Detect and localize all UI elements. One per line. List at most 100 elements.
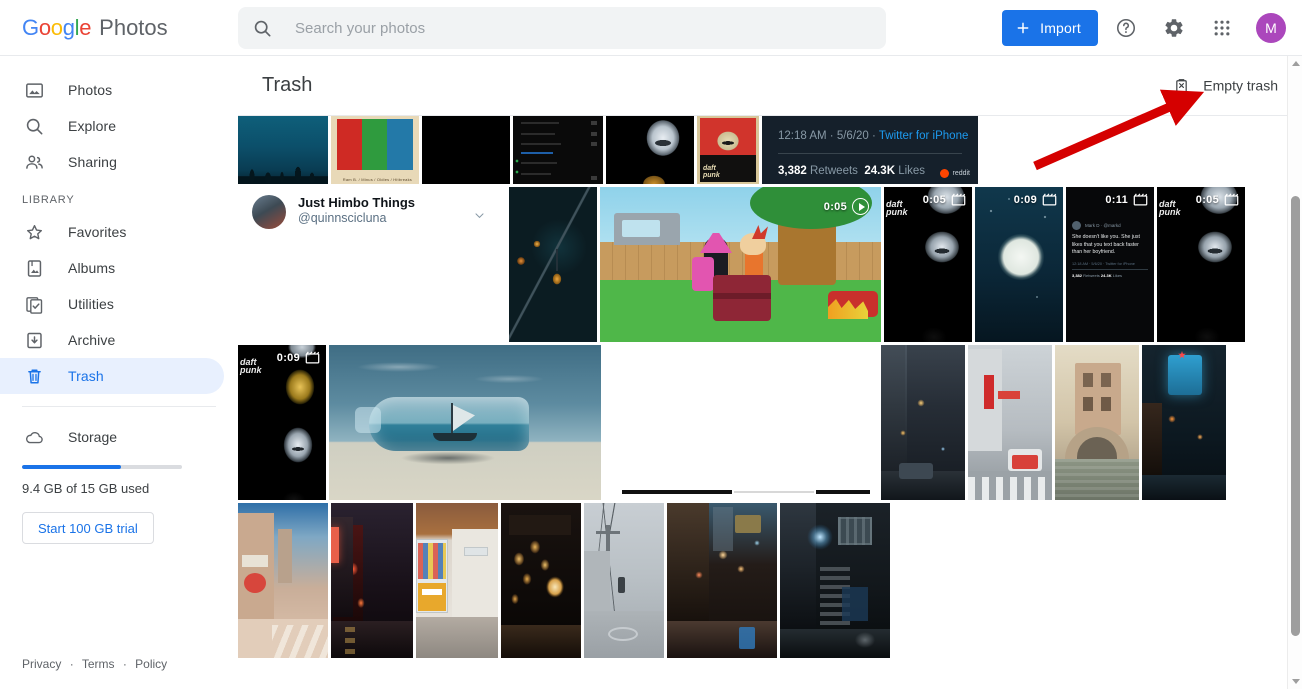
product-name: Photos [99, 14, 168, 40]
document-line [734, 491, 814, 493]
sidebar-item-label: Favorites [68, 224, 127, 240]
tile-tweet-author-header[interactable]: Just Himbo Things @quinnscicluna [238, 187, 506, 342]
tile-japan-street-day[interactable] [968, 345, 1052, 500]
gear-icon [1165, 19, 1183, 37]
google-photos-app: Google Photos Import [0, 0, 1302, 689]
tile-venice-canal-paint[interactable] [1055, 345, 1139, 500]
empty-trash-label: Empty trash [1203, 77, 1278, 94]
storage-progress-track [22, 465, 182, 469]
sidebar-item-label: Utilities [68, 296, 115, 312]
tile-rgb-album-cover[interactable]: Ram B. / Minus / Oldies / Hitbreaks [331, 116, 419, 184]
tweet-divider [778, 153, 962, 154]
video-duration-badge: 0:05 [923, 193, 966, 206]
document-line [622, 490, 732, 494]
sidebar-item-trash[interactable]: Trash [0, 358, 224, 394]
grid-row: daft punk 0:09 [238, 345, 1226, 500]
footer-sep: · [69, 657, 74, 671]
sidebar-item-sharing[interactable]: Sharing [0, 144, 224, 180]
sidebar-item-label: Photos [68, 82, 113, 98]
tile-alley-wet-night[interactable] [667, 503, 777, 658]
settings-button[interactable] [1154, 8, 1194, 48]
caret-up-icon [1291, 61, 1300, 66]
tile-dark-settings-list[interactable] [513, 116, 603, 184]
tile-alley-blue-light[interactable] [780, 503, 890, 658]
video-duration-badge: 0:11 [1105, 193, 1148, 206]
tile-lanterns-dark[interactable] [501, 503, 581, 658]
scroll-up-button[interactable] [1288, 56, 1302, 71]
movie-icon [1133, 193, 1148, 206]
tile-cyberpunk-alley[interactable] [881, 345, 965, 500]
sidebar-item-favorites[interactable]: Favorites [0, 214, 224, 250]
tile-daft-punk-video-1[interactable]: daft punk 0:05 [884, 187, 972, 342]
brand-logo-area[interactable]: Google Photos [0, 0, 238, 56]
page-title: Trash [262, 74, 313, 96]
help-button[interactable] [1106, 8, 1146, 48]
tile-street-wires-day[interactable] [584, 503, 664, 658]
avatar[interactable]: M [1256, 13, 1286, 43]
tile-daft-punk-video-2[interactable]: daft punk 0:05 [1157, 187, 1245, 342]
video-duration-badge: 0:09 [277, 351, 320, 364]
storage-usage-text: 9.4 GB of 15 GB used [22, 481, 150, 496]
page-header: Trash Empty trash [238, 56, 1302, 116]
policy-link[interactable]: Policy [135, 657, 167, 671]
avatar [252, 195, 286, 229]
privacy-link[interactable]: Privacy [22, 657, 61, 671]
scrollbar-thumb[interactable] [1291, 196, 1300, 636]
empty-trash-button[interactable]: Empty trash [1163, 69, 1288, 102]
chevron-down-icon[interactable] [473, 209, 486, 227]
reddit-icon [940, 169, 950, 178]
tile-moon-night[interactable]: 0:09 [975, 187, 1063, 342]
tile-ship-in-bottle[interactable] [329, 345, 601, 500]
tile-blue-trees-art[interactable] [238, 116, 328, 184]
caret-down-icon [1291, 679, 1300, 684]
like-label: Likes [898, 165, 926, 177]
tile-street-neon-red[interactable] [331, 503, 413, 658]
tile-daft-punk-video-3[interactable]: daft punk 0:09 [238, 345, 326, 500]
tile-tweet-stats-card[interactable]: 12:18 AM · 5/6/20 · Twitter for iPhone 3… [762, 116, 978, 184]
tile-daft-punk-poster[interactable]: daft punk [697, 116, 759, 184]
utilities-icon [22, 292, 46, 316]
tile-cartoon-backyard[interactable]: 0:05 [600, 187, 881, 342]
album-icon [22, 256, 46, 280]
tweet-author-name: Just Himbo Things [298, 195, 415, 210]
sidebar-item-explore[interactable]: Explore [0, 108, 224, 144]
tile-string-lights[interactable] [509, 187, 597, 342]
scroll-down-button[interactable] [1288, 674, 1302, 689]
tile-neon-alley-blue[interactable] [1142, 345, 1226, 500]
import-button[interactable]: Import [1002, 10, 1098, 46]
movie-icon [1042, 193, 1057, 206]
tile-black-screen[interactable] [422, 116, 510, 184]
storage-header[interactable]: Storage [22, 419, 216, 455]
search-bar[interactable] [238, 7, 886, 49]
tile-street-pastel[interactable] [238, 503, 328, 658]
sidebar-item-albums[interactable]: Albums [0, 250, 224, 286]
sidebar-item-photos[interactable]: Photos [0, 72, 224, 108]
retweet-label: Retweets [809, 165, 858, 177]
document-line [816, 490, 870, 494]
sidebar-item-label: Archive [68, 332, 116, 348]
sidebar-item-utilities[interactable]: Utilities [0, 286, 224, 322]
delete-forever-icon [1176, 78, 1188, 92]
terms-link[interactable]: Terms [82, 657, 115, 671]
tweet-timestamp: 12:18 AM · 5/6/20 · Twitter for iPhone [778, 130, 969, 142]
sidebar-footer-links: Privacy · Terms · Policy [22, 657, 167, 671]
grid-row [238, 503, 890, 658]
archive-icon [22, 328, 46, 352]
apps-button[interactable] [1202, 8, 1242, 48]
tile-blank-white-doc[interactable] [604, 345, 878, 500]
movie-icon [305, 351, 320, 364]
search-input[interactable] [293, 8, 853, 48]
photo-grid-scroll-area[interactable]: Ram B. / Minus / Oldies / Hitbreaks daft… [238, 116, 1302, 689]
plus-icon [1017, 22, 1029, 34]
tile-tweet-screenshot[interactable]: Mark D · @markd She doesn't like you. Sh… [1066, 187, 1154, 342]
start-trial-button[interactable]: Start 100 GB trial [22, 512, 154, 544]
photo-grid: Ram B. / Minus / Oldies / Hitbreaks daft… [238, 116, 1284, 689]
sidebar: Photos Explore Sharing LIBRARY Favorites… [0, 56, 238, 689]
tile-vending-machine[interactable] [416, 503, 498, 658]
reddit-watermark: reddit [940, 169, 970, 178]
duration-text: 0:11 [1105, 193, 1128, 206]
tile-daft-punk-helmet[interactable] [606, 116, 694, 184]
vertical-scrollbar[interactable] [1287, 56, 1302, 689]
sidebar-item-archive[interactable]: Archive [0, 322, 224, 358]
duration-text: 0:05 [1195, 193, 1219, 206]
